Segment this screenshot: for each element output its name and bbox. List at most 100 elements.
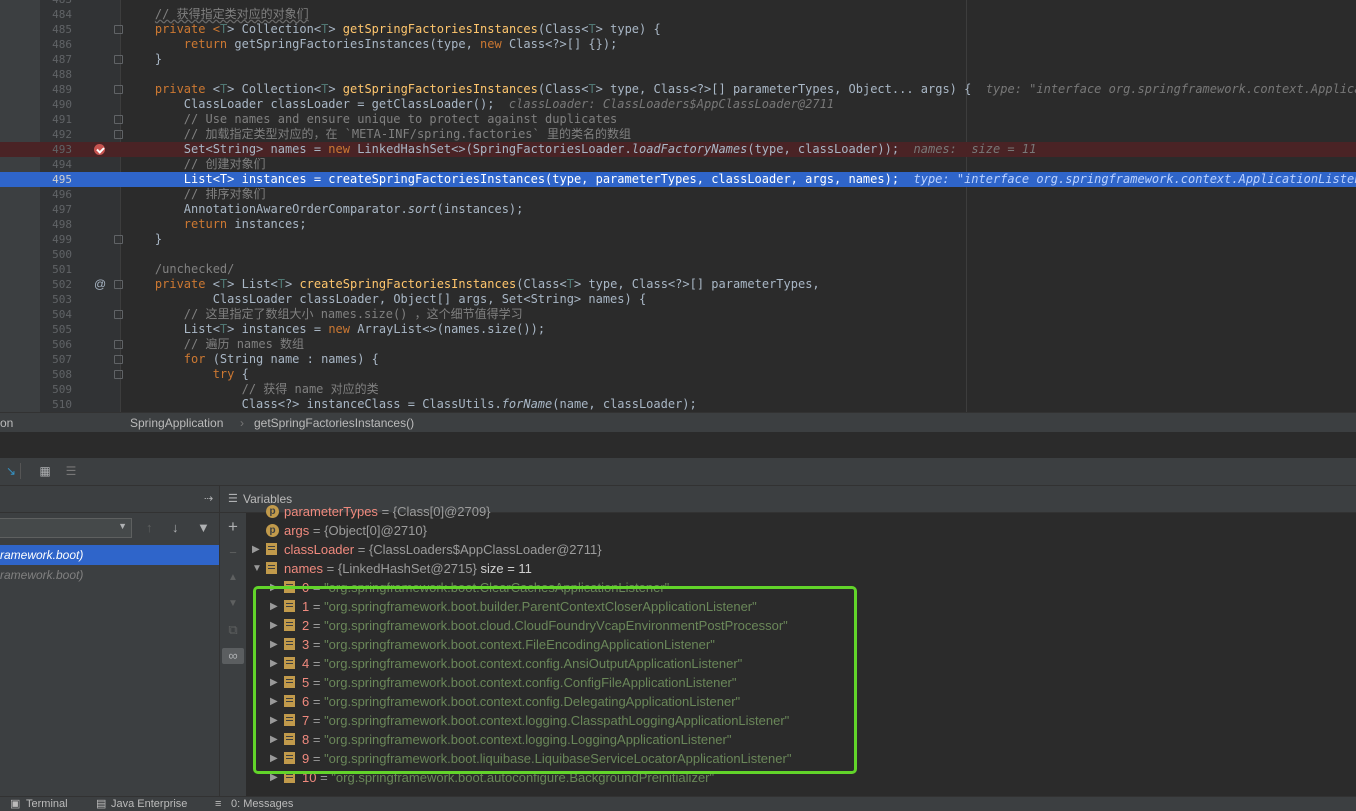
- line-number[interactable]: 507: [40, 352, 72, 367]
- copy-icon[interactable]: ⧉: [225, 622, 241, 638]
- code-line[interactable]: 490 ClassLoader classLoader = getClassLo…: [0, 97, 1356, 112]
- code-line[interactable]: 507 for (String name : names) {: [0, 352, 1356, 367]
- frame-item[interactable]: ramework.boot): [0, 545, 219, 565]
- line-number[interactable]: 490: [40, 97, 72, 112]
- code-line[interactable]: 508 try {: [0, 367, 1356, 382]
- line-number[interactable]: 509: [40, 382, 72, 397]
- tab-messages[interactable]: 0: Messages: [231, 797, 293, 811]
- code-line[interactable]: 488: [0, 67, 1356, 82]
- tab-java-enterprise[interactable]: Java Enterprise: [111, 797, 187, 811]
- code-line[interactable]: 484 // 获得指定类对应的对象们: [0, 7, 1356, 22]
- line-number[interactable]: 508: [40, 367, 72, 382]
- code-line[interactable]: 492 // 加载指定类型对应的，在 `META-INF/spring.fact…: [0, 127, 1356, 142]
- code-line[interactable]: 509 // 获得 name 对应的类: [0, 382, 1356, 397]
- fold-marker-icon[interactable]: [114, 280, 123, 289]
- filter-icon[interactable]: ▼: [197, 520, 210, 535]
- fold-marker-icon[interactable]: [114, 85, 123, 94]
- step-into-icon[interactable]: ↘: [4, 464, 18, 478]
- variable-row[interactable]: pparameterTypes = {Class[0]@2709}: [252, 502, 1152, 521]
- show-watches-icon[interactable]: ∞: [222, 648, 244, 664]
- code-line[interactable]: 499 }: [0, 232, 1356, 247]
- code-line[interactable]: 497 AnnotationAwareOrderComparator.sort(…: [0, 202, 1356, 217]
- breadcrumb-method[interactable]: getSpringFactoriesInstances(): [254, 413, 414, 433]
- line-number[interactable]: 498: [40, 217, 72, 232]
- move-down-icon[interactable]: ▼: [225, 596, 241, 612]
- line-number[interactable]: 503: [40, 292, 72, 307]
- frame-down-icon[interactable]: ↓: [172, 520, 179, 535]
- code-line[interactable]: 496 // 排序对象们: [0, 187, 1356, 202]
- line-number[interactable]: 502: [40, 277, 72, 292]
- code-editor[interactable]: 483484 // 获得指定类对应的对象们485 private <T> Col…: [0, 0, 1356, 412]
- frame-up-icon[interactable]: ↑: [146, 520, 153, 535]
- fold-marker-icon[interactable]: [114, 340, 123, 349]
- code-line[interactable]: 489 private <T> Collection<T> getSpringF…: [0, 82, 1356, 97]
- variable-value: = {ClassLoaders$AppClassLoader@2711}: [358, 542, 602, 557]
- line-number[interactable]: 494: [40, 157, 72, 172]
- fold-marker-icon[interactable]: [114, 55, 123, 64]
- override-marker-icon[interactable]: @: [94, 277, 106, 292]
- fold-marker-icon[interactable]: [114, 355, 123, 364]
- code-line[interactable]: 487 }: [0, 52, 1356, 67]
- fold-marker-icon[interactable]: [114, 25, 123, 34]
- code-line[interactable]: 485 private <T> Collection<T> getSpringF…: [0, 22, 1356, 37]
- breakpoint-icon[interactable]: [94, 144, 105, 155]
- code-line[interactable]: 491 // Use names and ensure unique to pr…: [0, 112, 1356, 127]
- evaluate-table-icon[interactable]: ▦: [38, 464, 52, 478]
- collapse-arrow-icon[interactable]: ▼: [252, 559, 262, 578]
- line-number[interactable]: 487: [40, 52, 72, 67]
- breadcrumb-class[interactable]: SpringApplication: [130, 413, 223, 433]
- line-number[interactable]: 492: [40, 127, 72, 142]
- fold-marker-icon[interactable]: [114, 115, 123, 124]
- line-number[interactable]: 491: [40, 112, 72, 127]
- line-number[interactable]: 486: [40, 37, 72, 52]
- line-number[interactable]: 495: [40, 172, 72, 187]
- code-line[interactable]: 486 return getSpringFactoriesInstances(t…: [0, 37, 1356, 52]
- line-number[interactable]: 506: [40, 337, 72, 352]
- code-line[interactable]: 500: [0, 247, 1356, 262]
- variable-row[interactable]: pargs = {Object[0]@2710}: [252, 521, 1152, 540]
- code-line[interactable]: 503 ClassLoader classLoader, Object[] ar…: [0, 292, 1356, 307]
- line-number[interactable]: 505: [40, 322, 72, 337]
- code-line[interactable]: 483: [0, 0, 1356, 7]
- fold-marker-icon[interactable]: [114, 310, 123, 319]
- variable-row[interactable]: ▼names = {LinkedHashSet@2715} size = 11: [252, 559, 1152, 578]
- thread-select[interactable]: ▼: [0, 518, 132, 538]
- code-line[interactable]: 498 return instances;: [0, 217, 1356, 232]
- code-line[interactable]: 510 Class<?> instanceClass = ClassUtils.…: [0, 397, 1356, 412]
- code-line[interactable]: 493 Set<String> names = new LinkedHashSe…: [0, 142, 1356, 157]
- line-number[interactable]: 497: [40, 202, 72, 217]
- code-token: T: [588, 22, 595, 36]
- code-line[interactable]: 502@ private <T> List<T> createSpringFac…: [0, 277, 1356, 292]
- variable-row[interactable]: ▶classLoader = {ClassLoaders$AppClassLoa…: [252, 540, 1152, 559]
- line-number[interactable]: 504: [40, 307, 72, 322]
- remove-watch-icon[interactable]: −: [225, 545, 241, 561]
- frame-item[interactable]: ramework.boot): [0, 565, 219, 585]
- move-up-icon[interactable]: ▲: [225, 570, 241, 586]
- code-line[interactable]: 506 // 遍历 names 数组: [0, 337, 1356, 352]
- line-number[interactable]: 485: [40, 22, 72, 37]
- fold-marker-icon[interactable]: [114, 370, 123, 379]
- expand-arrow-icon[interactable]: ▶: [252, 540, 262, 559]
- line-number[interactable]: 488: [40, 67, 72, 82]
- tab-terminal[interactable]: Terminal: [26, 797, 68, 811]
- fold-marker-icon[interactable]: [114, 235, 123, 244]
- line-number[interactable]: 496: [40, 187, 72, 202]
- line-number[interactable]: 500: [40, 247, 72, 262]
- fold-marker-icon[interactable]: [114, 130, 123, 139]
- line-number[interactable]: 483: [40, 0, 72, 7]
- code-line[interactable]: 505 List<T> instances = new ArrayList<>(…: [0, 322, 1356, 337]
- code-line[interactable]: 501 /unchecked/: [0, 262, 1356, 277]
- add-watch-icon[interactable]: +: [225, 519, 241, 535]
- code-line[interactable]: 504 // 这里指定了数组大小 names.size() ，这个细节值得学习: [0, 307, 1356, 322]
- line-number[interactable]: 501: [40, 262, 72, 277]
- line-number[interactable]: 493: [40, 142, 72, 157]
- line-number[interactable]: 489: [40, 82, 72, 97]
- current-execution-line[interactable]: 495 List<T> instances = createSpringFact…: [0, 172, 1356, 187]
- pin-icon[interactable]: ⇢: [204, 492, 213, 505]
- debug-toolbar: ↘ ▦ ☰: [0, 458, 1356, 486]
- line-number[interactable]: 499: [40, 232, 72, 247]
- line-number[interactable]: 510: [40, 397, 72, 412]
- line-number[interactable]: 484: [40, 7, 72, 22]
- code-line[interactable]: 494 // 创建对象们: [0, 157, 1356, 172]
- trace-icon[interactable]: ☰: [64, 464, 78, 478]
